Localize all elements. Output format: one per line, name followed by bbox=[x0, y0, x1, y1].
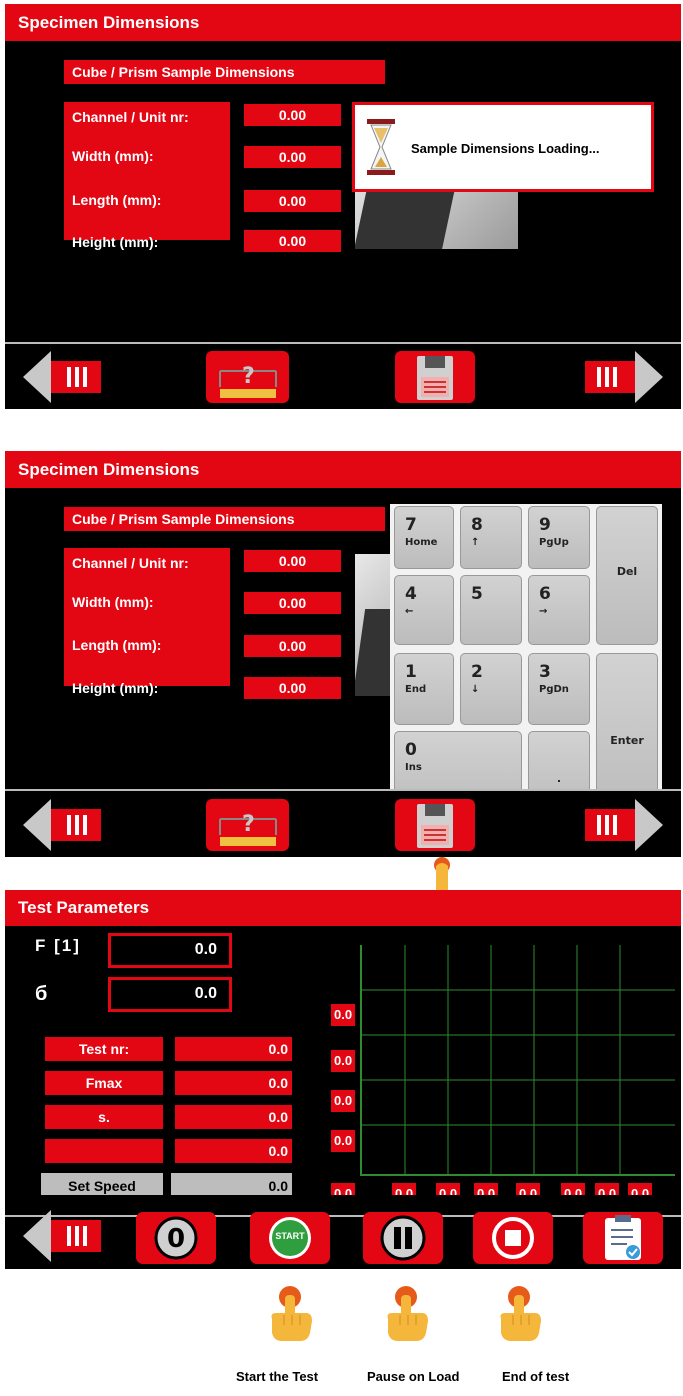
hourglass-icon bbox=[367, 119, 395, 175]
key-3[interactable]: 3 PgDn bbox=[528, 653, 590, 725]
section-header: Cube / Prism Sample Dimensions bbox=[64, 60, 385, 84]
y-tick-label: 0.0 bbox=[331, 1090, 356, 1112]
bottom-nav-bar: ? bbox=[5, 342, 681, 409]
channel-label: Channel / Unit nr: bbox=[64, 548, 230, 686]
key-1[interactable]: 1 End bbox=[394, 653, 454, 725]
chart-grid bbox=[362, 945, 675, 1174]
height-label: Height (mm): bbox=[72, 234, 159, 250]
length-value[interactable]: 0.00 bbox=[244, 190, 341, 212]
back-arrow-button[interactable] bbox=[21, 799, 103, 851]
report-icon bbox=[605, 1215, 641, 1260]
key-2[interactable]: 2 ↓ bbox=[460, 653, 522, 725]
save-button[interactable] bbox=[395, 351, 475, 403]
back-arrow-button[interactable] bbox=[21, 1210, 103, 1262]
numeric-keypad: 7 Home 8 ↑ 9 PgUp Del 4 ← 5 6 → 1 End 2 ↓ 3 PgDn… bbox=[390, 504, 662, 817]
pointing-hand-icon bbox=[271, 1286, 312, 1341]
y-tick-label: 0.0 bbox=[331, 1050, 356, 1072]
fmax-label: Fmax bbox=[45, 1071, 163, 1095]
y-tick-label: 0.0 bbox=[331, 1004, 356, 1026]
force-readout: 0.0 bbox=[108, 933, 232, 968]
channel-value[interactable]: 0.00 bbox=[244, 550, 341, 572]
floppy-save-icon bbox=[417, 356, 453, 400]
key-9[interactable]: 9 PgUp bbox=[528, 506, 590, 569]
specimen-dimensions-screen-loading: Specimen Dimensions Cube / Prism Sample … bbox=[5, 4, 681, 409]
width-value[interactable]: 0.00 bbox=[244, 146, 341, 168]
bottom-control-bar: 0 START bbox=[5, 1195, 681, 1269]
s-value: 0.0 bbox=[175, 1105, 292, 1129]
pointing-hand-icon bbox=[434, 857, 450, 890]
floppy-save-icon bbox=[417, 804, 453, 848]
start-caption: Start the Test bbox=[236, 1369, 319, 1384]
force-label: F [1] bbox=[35, 936, 81, 955]
key-6[interactable]: 6 → bbox=[528, 575, 590, 645]
channel-value[interactable]: 0.00 bbox=[244, 104, 341, 126]
height-value[interactable]: 0.00 bbox=[244, 677, 341, 699]
start-label: START bbox=[275, 1231, 305, 1241]
stop-button[interactable] bbox=[473, 1212, 553, 1264]
svg-text:?: ? bbox=[242, 812, 255, 837]
back-arrow-icon bbox=[23, 1210, 101, 1262]
pause-caption: Pause on Load bbox=[367, 1369, 460, 1384]
stress-readout: 0.0 bbox=[108, 977, 232, 1012]
save-button[interactable] bbox=[395, 799, 475, 851]
test-parameters-screen: Test Parameters F [1] 0.0 б 0.0 Test nr:… bbox=[5, 890, 681, 1269]
start-button[interactable]: START bbox=[250, 1212, 330, 1264]
load-chart bbox=[360, 945, 675, 1176]
end-caption: End of test bbox=[502, 1369, 570, 1384]
forward-arrow-icon bbox=[585, 351, 663, 403]
stress-label: б bbox=[35, 983, 48, 1005]
forward-arrow-button[interactable] bbox=[583, 351, 665, 403]
page-title: Specimen Dimensions bbox=[5, 4, 681, 41]
back-arrow-icon bbox=[23, 799, 101, 851]
stop-icon bbox=[492, 1217, 534, 1259]
section-header: Cube / Prism Sample Dimensions bbox=[64, 507, 385, 531]
key-4[interactable]: 4 ← bbox=[394, 575, 454, 645]
zero-button[interactable]: 0 bbox=[136, 1212, 216, 1264]
s-label: s. bbox=[45, 1105, 163, 1129]
specimen-dimensions-screen-keypad: Specimen Dimensions Cube / Prism Sample … bbox=[5, 451, 681, 857]
pointing-hand-icon bbox=[387, 1286, 428, 1341]
back-arrow-icon bbox=[23, 351, 101, 403]
key-7[interactable]: 7 Home bbox=[394, 506, 454, 569]
bar-divider bbox=[5, 1215, 681, 1217]
fmax-value: 0.0 bbox=[175, 1071, 292, 1095]
cube-shape bbox=[355, 184, 456, 249]
length-label: Length (mm): bbox=[72, 192, 162, 208]
back-arrow-button[interactable] bbox=[21, 351, 103, 403]
svg-text:0: 0 bbox=[167, 1224, 185, 1254]
key-del[interactable]: Del bbox=[596, 506, 658, 645]
help-button[interactable]: ? bbox=[206, 799, 289, 851]
bottom-nav-bar: ? bbox=[5, 789, 681, 857]
loading-message: Sample Dimensions Loading... bbox=[411, 141, 600, 156]
width-label: Width (mm): bbox=[72, 148, 154, 164]
length-label: Length (mm): bbox=[72, 637, 162, 653]
pointing-hand-icon bbox=[500, 1286, 541, 1341]
page-title: Test Parameters bbox=[5, 890, 681, 926]
blank-label bbox=[45, 1139, 163, 1163]
svg-text:?: ? bbox=[242, 364, 255, 389]
channel-label: Channel / Unit nr: bbox=[64, 102, 230, 240]
height-label: Height (mm): bbox=[72, 680, 159, 696]
forward-arrow-icon bbox=[585, 799, 663, 851]
key-8[interactable]: 8 ↑ bbox=[460, 506, 522, 569]
width-value[interactable]: 0.00 bbox=[244, 592, 341, 614]
y-tick-label: 0.0 bbox=[331, 1130, 356, 1152]
length-value[interactable]: 0.00 bbox=[244, 635, 341, 657]
pause-button[interactable] bbox=[363, 1212, 443, 1264]
blank-value: 0.0 bbox=[175, 1139, 292, 1163]
help-button[interactable]: ? bbox=[206, 351, 289, 403]
help-ruler-icon: ? bbox=[219, 364, 277, 398]
loading-popup: Sample Dimensions Loading... bbox=[352, 102, 654, 192]
page-title: Specimen Dimensions bbox=[5, 451, 681, 488]
test-nr-value: 0.0 bbox=[175, 1037, 292, 1061]
key-5[interactable]: 5 bbox=[460, 575, 522, 645]
help-ruler-icon: ? bbox=[219, 812, 277, 846]
width-label: Width (mm): bbox=[72, 594, 154, 610]
report-button[interactable] bbox=[583, 1212, 663, 1264]
forward-arrow-button[interactable] bbox=[583, 799, 665, 851]
pause-icon bbox=[380, 1215, 426, 1261]
height-value[interactable]: 0.00 bbox=[244, 230, 341, 252]
zero-icon: 0 bbox=[154, 1216, 198, 1260]
test-nr-label: Test nr: bbox=[45, 1037, 163, 1061]
